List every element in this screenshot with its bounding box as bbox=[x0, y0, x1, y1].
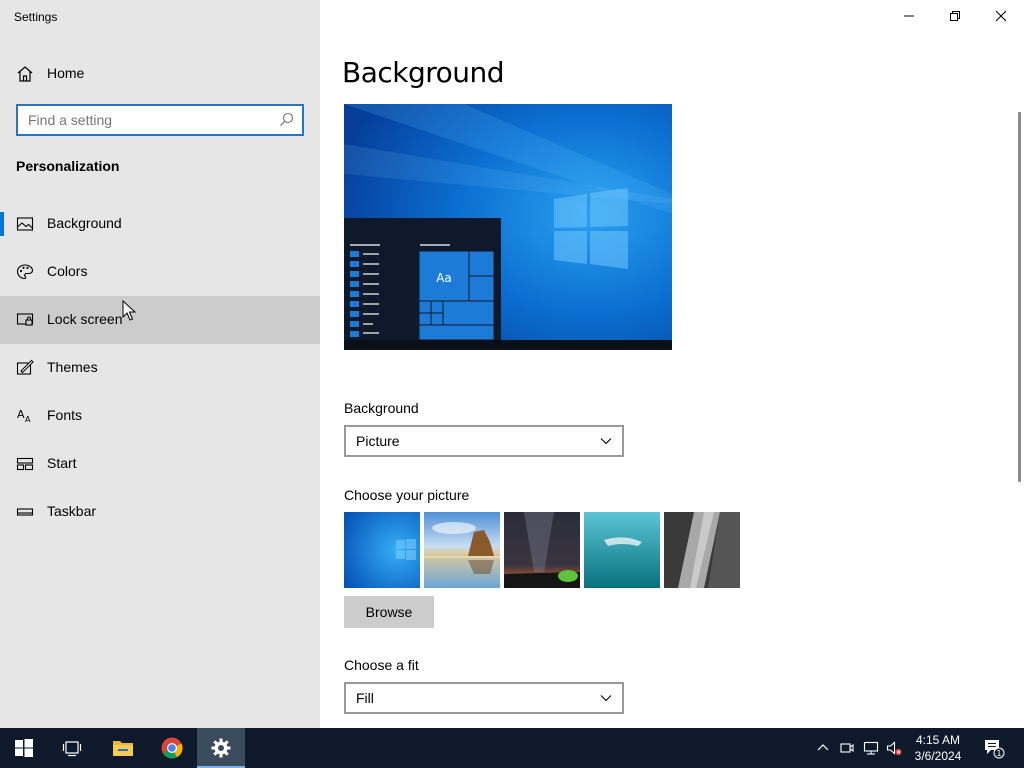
action-center-button[interactable]: 1 bbox=[976, 728, 1024, 768]
chevron-down-icon bbox=[600, 695, 612, 702]
picture-icon bbox=[16, 217, 34, 231]
home-icon bbox=[17, 66, 33, 82]
notification-count: 1 bbox=[996, 749, 1001, 758]
sidebar-item-taskbar[interactable]: Taskbar bbox=[0, 488, 320, 536]
selection-indicator bbox=[0, 212, 4, 236]
background-dropdown-value: Picture bbox=[356, 433, 400, 449]
close-button[interactable] bbox=[978, 0, 1024, 32]
minimize-icon bbox=[904, 15, 914, 17]
chrome-button[interactable] bbox=[148, 728, 196, 768]
fonts-icon: A A bbox=[17, 408, 31, 424]
lock-screen-icon bbox=[16, 313, 34, 326]
search-box[interactable] bbox=[16, 104, 304, 136]
search-input[interactable] bbox=[18, 106, 278, 134]
sidebar-item-colors[interactable]: Colors bbox=[0, 248, 320, 296]
notification-icon: 1 bbox=[985, 740, 1005, 759]
sidebar-item-lock-screen[interactable]: Lock screen bbox=[0, 296, 320, 344]
windows-logo-icon bbox=[15, 739, 33, 757]
background-label: Background bbox=[344, 400, 419, 416]
restore-icon bbox=[950, 11, 960, 21]
taskbar-icon bbox=[16, 508, 34, 516]
sidebar-item-label: Taskbar bbox=[47, 503, 97, 519]
sidebar-item-label: Themes bbox=[47, 359, 98, 375]
sidebar: Settings Home Personalization Background… bbox=[0, 0, 320, 728]
file-explorer-button[interactable] bbox=[98, 728, 146, 768]
fit-dropdown-value: Fill bbox=[356, 690, 374, 706]
page-title: Background bbox=[342, 56, 505, 89]
scrollbar[interactable] bbox=[1018, 112, 1021, 482]
folder-icon bbox=[113, 741, 133, 756]
palette-icon bbox=[16, 264, 34, 280]
sidebar-item-label: Fonts bbox=[47, 407, 83, 423]
picture-thumbnail-night-sky[interactable] bbox=[504, 512, 580, 588]
chrome-icon bbox=[161, 737, 183, 759]
settings-taskbar-button[interactable] bbox=[197, 728, 245, 768]
mouse-cursor-icon bbox=[122, 300, 136, 321]
home-label: Home bbox=[47, 65, 85, 81]
task-view-icon bbox=[62, 741, 82, 757]
svg-text:A: A bbox=[17, 408, 25, 421]
sidebar-item-label: Start bbox=[47, 455, 77, 471]
sidebar-item-label: Background bbox=[47, 215, 122, 231]
close-icon bbox=[995, 10, 1007, 22]
network-icon[interactable] bbox=[863, 740, 879, 756]
taskbar: 4:15 AM 3/6/2024 1 bbox=[0, 728, 1024, 768]
themes-icon bbox=[16, 359, 34, 375]
picture-thumbnail-windows[interactable] bbox=[344, 512, 420, 588]
clock-date: 3/6/2024 bbox=[914, 749, 962, 763]
sidebar-item-label: Lock screen bbox=[47, 311, 123, 327]
sidebar-item-label: Colors bbox=[47, 263, 88, 279]
picture-thumbnail-beach[interactable] bbox=[424, 512, 500, 588]
meet-now-icon[interactable] bbox=[839, 740, 855, 756]
chevron-down-icon bbox=[600, 438, 612, 445]
background-dropdown[interactable]: Picture bbox=[344, 425, 624, 457]
task-view-button[interactable] bbox=[48, 728, 96, 768]
fit-dropdown[interactable]: Fill bbox=[344, 682, 624, 714]
gear-icon bbox=[211, 738, 231, 758]
sidebar-item-background[interactable]: Background bbox=[0, 200, 320, 248]
sidebar-item-fonts[interactable]: A A Fonts bbox=[0, 392, 320, 440]
section-title: Personalization bbox=[16, 158, 120, 174]
sidebar-item-themes[interactable]: Themes bbox=[0, 344, 320, 392]
picture-thumbnail-rock[interactable] bbox=[664, 512, 740, 588]
clock-time: 4:15 AM bbox=[915, 733, 961, 747]
app-title: Settings bbox=[14, 10, 58, 24]
chevron-up-icon[interactable] bbox=[815, 740, 831, 756]
restore-button[interactable] bbox=[932, 0, 978, 32]
search-icon[interactable] bbox=[279, 112, 294, 127]
home-nav-item[interactable]: Home bbox=[0, 56, 320, 92]
volume-muted-icon[interactable] bbox=[886, 740, 902, 756]
svg-text:A: A bbox=[25, 415, 31, 424]
start-icon bbox=[16, 457, 34, 471]
minimize-button[interactable] bbox=[886, 0, 932, 32]
choose-fit-label: Choose a fit bbox=[344, 657, 419, 673]
sidebar-item-start[interactable]: Start bbox=[0, 440, 320, 488]
start-button[interactable] bbox=[0, 728, 48, 768]
preview-tile-text: Aa bbox=[436, 271, 452, 285]
browse-button[interactable]: Browse bbox=[344, 596, 434, 628]
choose-picture-label: Choose your picture bbox=[344, 487, 470, 503]
desktop-preview: Aa bbox=[344, 104, 672, 350]
clock[interactable]: 4:15 AM 3/6/2024 bbox=[906, 732, 970, 764]
picture-thumbnail-underwater[interactable] bbox=[584, 512, 660, 588]
